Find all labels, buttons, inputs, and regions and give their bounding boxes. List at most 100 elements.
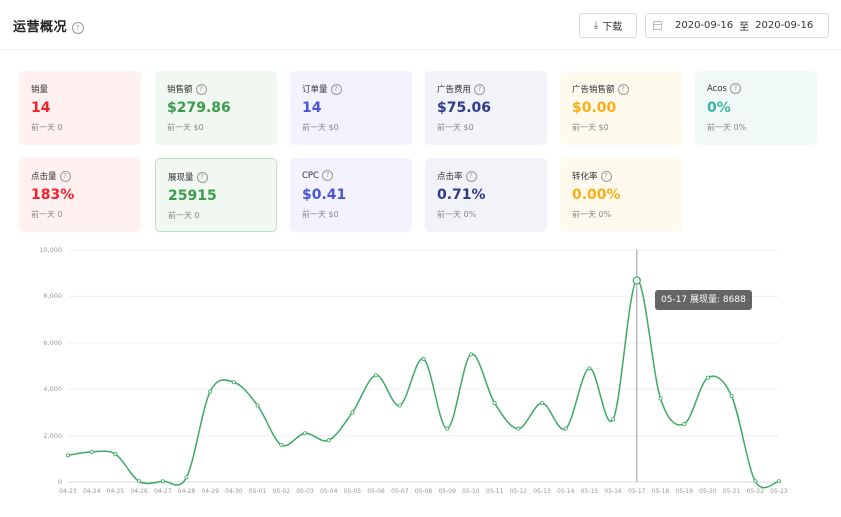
data-point[interactable] bbox=[682, 421, 687, 426]
date-separator: 至 bbox=[739, 22, 750, 33]
metric-previous: 前一天 $0 bbox=[302, 210, 339, 219]
help-icon[interactable]: ? bbox=[729, 83, 741, 94]
metric-card[interactable]: 订单量? 14 前一天 $0 bbox=[290, 71, 412, 145]
y-tick-label: 4,000 bbox=[43, 385, 62, 394]
metric-card[interactable]: CPC? $0.41 前一天 $0 bbox=[290, 158, 412, 232]
help-icon[interactable]: ? bbox=[474, 84, 486, 95]
y-tick-label: 8,000 bbox=[43, 292, 62, 301]
metric-label: 点击量? bbox=[31, 170, 71, 182]
metric-label-text: 点击率 bbox=[437, 172, 463, 182]
data-point[interactable] bbox=[326, 438, 331, 443]
metric-previous: 前一天 $0 bbox=[572, 123, 609, 132]
data-point[interactable] bbox=[445, 426, 450, 431]
data-point[interactable] bbox=[89, 449, 94, 454]
data-point[interactable] bbox=[705, 375, 710, 380]
data-point[interactable] bbox=[66, 453, 71, 458]
date-range-picker[interactable]: 2020-09-16 至 2020-09-16 bbox=[645, 13, 829, 38]
data-point[interactable] bbox=[255, 403, 260, 408]
metric-label: 广告销售额? bbox=[572, 83, 629, 95]
y-tick-label: 0 bbox=[57, 478, 62, 486]
download-icon: ⤓ bbox=[593, 20, 599, 31]
metric-card[interactable]: 销售额? $279.86 前一天 $0 bbox=[155, 71, 277, 145]
help-icon[interactable]: ? bbox=[196, 172, 208, 183]
metric-card[interactable]: 广告销售额? $0.00 前一天 $0 bbox=[560, 71, 682, 145]
y-tick-label: 10,000 bbox=[39, 246, 62, 254]
metric-label-text: 转化率 bbox=[572, 172, 598, 182]
data-point[interactable] bbox=[374, 373, 379, 378]
metric-value: $279.86 bbox=[167, 100, 231, 116]
metric-value: 25915 bbox=[168, 188, 217, 204]
data-point[interactable] bbox=[184, 475, 189, 480]
metric-card[interactable]: 销量 14 前一天 0 bbox=[19, 71, 141, 145]
metric-label: 展现量? bbox=[168, 171, 208, 183]
date-end[interactable]: 2020-09-16 bbox=[755, 20, 813, 31]
data-point[interactable] bbox=[729, 394, 734, 399]
help-icon[interactable]: ? bbox=[600, 171, 612, 182]
download-button[interactable]: ⤓ 下载 bbox=[579, 13, 637, 38]
metric-label-text: 广告销售额 bbox=[572, 85, 615, 95]
data-point[interactable] bbox=[777, 479, 782, 484]
metric-label-text: Acos bbox=[707, 84, 727, 94]
data-point[interactable] bbox=[113, 452, 118, 457]
metric-value: $0.00 bbox=[572, 100, 617, 116]
metric-value: 14 bbox=[31, 100, 51, 116]
data-point[interactable] bbox=[658, 396, 663, 401]
data-point[interactable] bbox=[302, 431, 307, 436]
metric-card[interactable]: 转化率? 0.00% 前一天 0% bbox=[560, 158, 682, 232]
metric-label: CPC? bbox=[302, 170, 333, 181]
metric-previous: 前一天 $0 bbox=[302, 123, 339, 132]
metric-card[interactable]: 点击量? 183% 前一天 0 bbox=[19, 158, 141, 232]
metric-previous: 前一天 0% bbox=[707, 123, 747, 132]
data-point[interactable] bbox=[611, 417, 616, 422]
date-start[interactable]: 2020-09-16 bbox=[675, 20, 733, 31]
help-icon[interactable]: ? bbox=[59, 171, 71, 182]
data-point[interactable] bbox=[540, 401, 545, 406]
metric-label-text: 订单量 bbox=[302, 85, 328, 95]
help-icon[interactable]: ? bbox=[322, 170, 333, 181]
metric-card[interactable]: 点击率? 0.71% 前一天 0% bbox=[425, 158, 547, 232]
data-point[interactable] bbox=[137, 479, 142, 484]
data-point[interactable] bbox=[468, 352, 473, 357]
metric-label-text: 销售额 bbox=[167, 85, 193, 95]
data-point[interactable] bbox=[587, 366, 592, 371]
page-title: 运营概况? bbox=[13, 16, 85, 35]
download-label: 下载 bbox=[602, 22, 623, 33]
impressions-chart: 05-17 展现量: 8688 0 2,000 4,000 6,000 8,000 10,… bbox=[0, 240, 841, 517]
metric-card[interactable]: 展现量? 25915 前一天 0 bbox=[155, 158, 277, 232]
help-icon[interactable]: ? bbox=[72, 21, 85, 34]
data-point[interactable] bbox=[753, 479, 758, 484]
metric-value: 14 bbox=[302, 100, 322, 116]
series-line bbox=[67, 279, 780, 489]
data-point[interactable] bbox=[397, 403, 402, 408]
metric-previous: 前一天 0 bbox=[31, 210, 63, 219]
metric-label: 点击率? bbox=[437, 170, 477, 182]
data-point[interactable] bbox=[492, 401, 497, 406]
data-point[interactable] bbox=[279, 442, 284, 447]
help-icon[interactable]: ? bbox=[195, 84, 207, 95]
metric-label-text: 点击量 bbox=[31, 172, 57, 182]
metric-value: 183% bbox=[31, 187, 75, 203]
metric-card[interactable]: Acos? 0% 前一天 0% bbox=[695, 71, 817, 145]
metric-value: 0.71% bbox=[437, 187, 486, 203]
data-point[interactable] bbox=[231, 380, 236, 385]
data-point[interactable] bbox=[421, 357, 426, 362]
x-tick-label: 05-23 bbox=[770, 488, 788, 495]
data-point[interactable] bbox=[516, 426, 521, 431]
help-icon[interactable]: ? bbox=[617, 84, 629, 95]
data-point[interactable] bbox=[632, 276, 641, 285]
help-icon[interactable]: ? bbox=[330, 84, 342, 95]
metric-label: 订单量? bbox=[302, 83, 342, 95]
data-point[interactable] bbox=[160, 479, 165, 484]
metric-label-text: CPC bbox=[302, 171, 319, 181]
data-point[interactable] bbox=[563, 426, 568, 431]
metric-card[interactable]: 广告费用? $75.06 前一天 $0 bbox=[425, 71, 547, 145]
chart-tooltip: 05-17 展现量: 8688 bbox=[655, 290, 752, 310]
metric-label-text: 广告费用 bbox=[437, 85, 472, 95]
y-tick-label: 6,000 bbox=[43, 338, 62, 347]
metric-value: $0.41 bbox=[302, 187, 347, 203]
y-tick-label: 2,000 bbox=[43, 431, 62, 440]
help-icon[interactable]: ? bbox=[465, 171, 477, 182]
metric-value: $75.06 bbox=[437, 100, 492, 116]
data-point[interactable] bbox=[350, 410, 355, 415]
data-point[interactable] bbox=[208, 389, 213, 394]
